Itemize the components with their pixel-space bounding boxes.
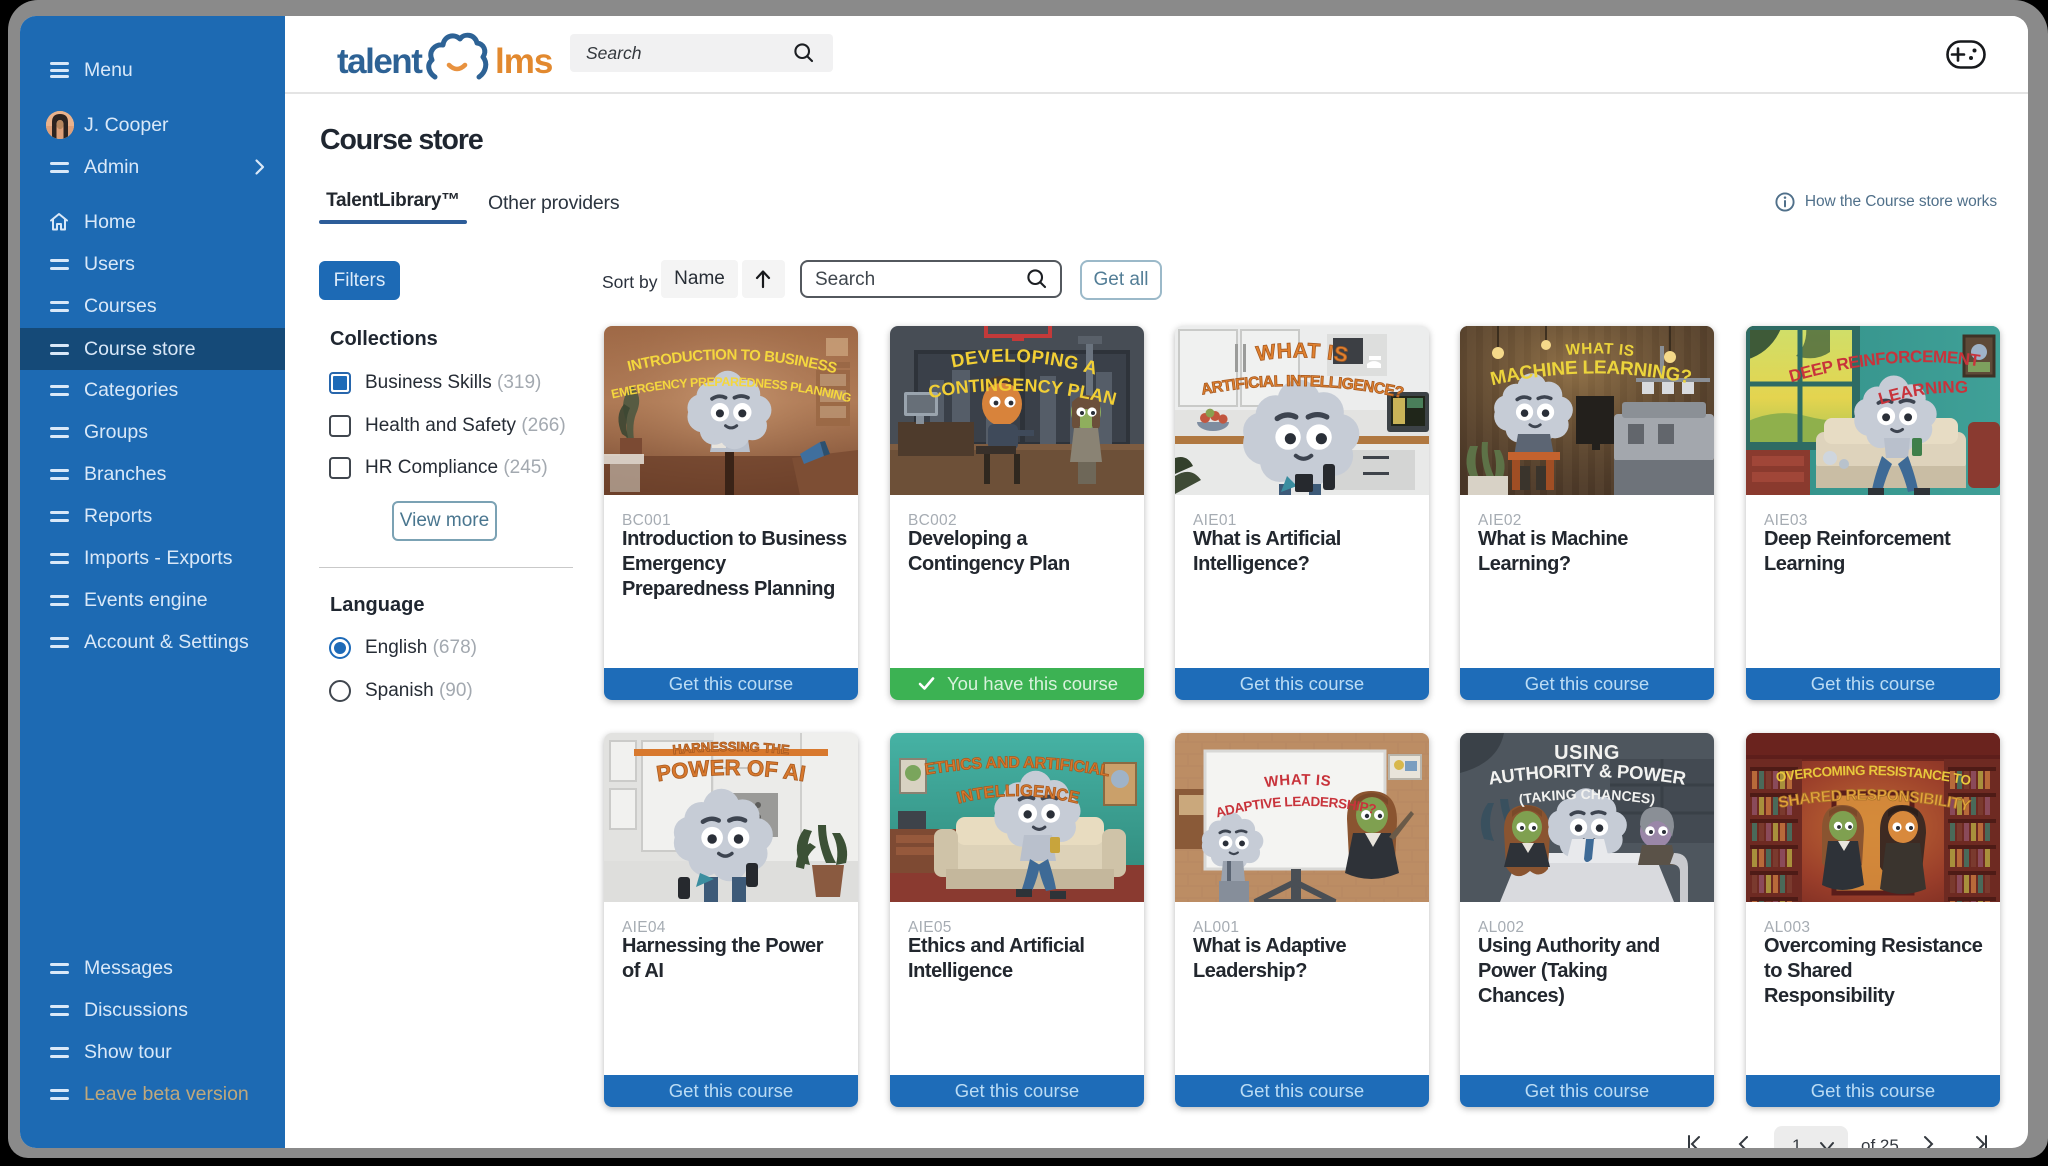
svg-text:WHAT IS: WHAT IS [1565, 340, 1636, 360]
svg-text:talent: talent [337, 42, 423, 81]
svg-text:lms: lms [495, 42, 553, 81]
svg-text:WHAT IS: WHAT IS [1263, 771, 1332, 791]
